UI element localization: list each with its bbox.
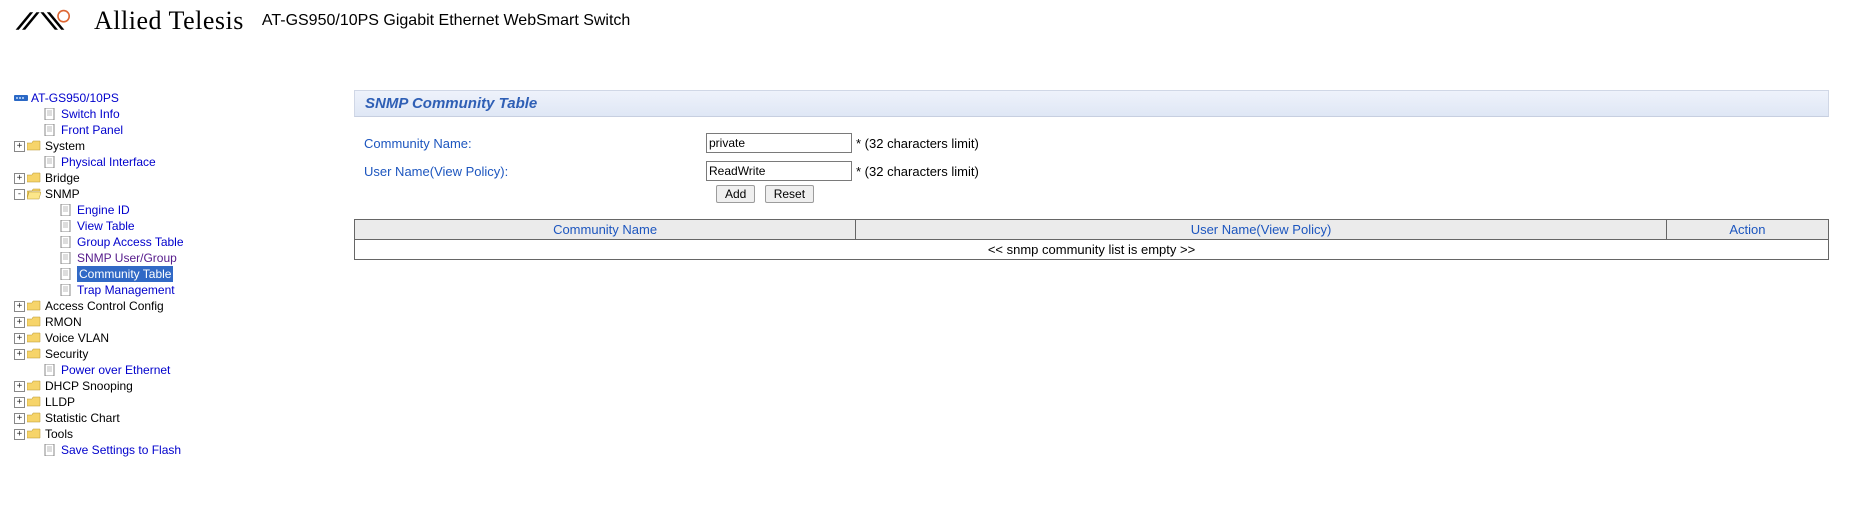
expander-plus-icon[interactable]: +	[14, 429, 25, 440]
folder-icon	[27, 428, 41, 440]
expander-plus-icon[interactable]: +	[14, 301, 25, 312]
nav-item-engine-id[interactable]: Engine ID	[77, 202, 130, 218]
nav-item-tools[interactable]: Tools	[45, 426, 73, 442]
page-icon	[59, 236, 73, 248]
expander-plus-icon[interactable]: +	[14, 381, 25, 392]
nav-item-rmon[interactable]: RMON	[45, 314, 82, 330]
nav-item-bridge[interactable]: Bridge	[45, 170, 80, 186]
nav-item-save-settings-to-flash[interactable]: Save Settings to Flash	[61, 442, 181, 458]
folder-icon	[27, 348, 41, 360]
nav-item-lldp[interactable]: LLDP	[45, 394, 75, 410]
main-content: SNMP Community Table Community Name: * (…	[354, 90, 1849, 260]
brand-lockup: Allied Telesis	[14, 6, 244, 36]
page-icon	[43, 444, 57, 456]
expander-plus-icon[interactable]: +	[14, 333, 25, 344]
col-action: Action	[1666, 220, 1828, 240]
expander-plus-icon[interactable]: +	[14, 397, 25, 408]
folder-icon	[27, 140, 41, 152]
nav-item-dhcp-snooping[interactable]: DHCP Snooping	[45, 378, 133, 394]
reset-button[interactable]: Reset	[765, 185, 814, 203]
community-name-hint: * (32 characters limit)	[856, 136, 979, 151]
page-icon	[43, 108, 57, 120]
folder-open-icon	[27, 188, 41, 200]
expander-plus-icon[interactable]: +	[14, 173, 25, 184]
nav-item-view-table[interactable]: View Table	[77, 218, 135, 234]
nav-item-access-control-config[interactable]: Access Control Config	[45, 298, 164, 314]
nav-item-physical-interface[interactable]: Physical Interface	[61, 154, 156, 170]
community-name-input[interactable]	[706, 133, 852, 153]
page-icon	[59, 220, 73, 232]
nav-item-snmp[interactable]: SNMP	[45, 186, 80, 202]
product-title: AT-GS950/10PS Gigabit Ethernet WebSmart …	[262, 12, 630, 30]
folder-icon	[27, 396, 41, 408]
expander-plus-icon[interactable]: +	[14, 413, 25, 424]
page-icon	[59, 204, 73, 216]
page-icon	[59, 252, 73, 264]
add-button[interactable]: Add	[716, 185, 755, 203]
folder-icon	[27, 172, 41, 184]
page-icon	[43, 124, 57, 136]
switch-icon	[14, 92, 28, 104]
nav-item-system[interactable]: System	[45, 138, 85, 154]
nav-item-trap-management[interactable]: Trap Management	[77, 282, 175, 298]
table-header-row: Community Name User Name(View Policy) Ac…	[355, 220, 1829, 240]
folder-icon	[27, 412, 41, 424]
expander-plus-icon[interactable]: +	[14, 141, 25, 152]
brand-text: Allied Telesis	[94, 6, 244, 36]
nav-item-group-access-table[interactable]: Group Access Table	[77, 234, 184, 250]
page-header: Allied Telesis AT-GS950/10PS Gigabit Eth…	[0, 0, 1849, 40]
username-hint: * (32 characters limit)	[856, 164, 979, 179]
folder-icon	[27, 332, 41, 344]
nav-item-security[interactable]: Security	[45, 346, 88, 362]
expander-minus-icon[interactable]: -	[14, 189, 25, 200]
folder-icon	[27, 316, 41, 328]
col-username: User Name(View Policy)	[856, 220, 1667, 240]
username-label: User Name(View Policy):	[364, 164, 706, 179]
page-icon	[43, 364, 57, 376]
nav-item-community-table[interactable]: Community Table	[77, 266, 173, 282]
table-empty-row: << snmp community list is empty >>	[355, 240, 1829, 260]
folder-icon	[27, 300, 41, 312]
nav-item-power-over-ethernet[interactable]: Power over Ethernet	[61, 362, 170, 378]
nav-item-statistic-chart[interactable]: Statistic Chart	[45, 410, 120, 426]
col-community: Community Name	[355, 220, 856, 240]
expander-plus-icon[interactable]: +	[14, 349, 25, 360]
folder-icon	[27, 380, 41, 392]
community-name-label: Community Name:	[364, 136, 706, 151]
expander-plus-icon[interactable]: +	[14, 317, 25, 328]
page-icon	[59, 268, 73, 280]
nav-item-snmp-user-group[interactable]: SNMP User/Group	[77, 250, 177, 266]
snmp-form: Community Name: * (32 characters limit) …	[354, 117, 1829, 211]
page-icon	[59, 284, 73, 296]
nav-item-front-panel[interactable]: Front Panel	[61, 122, 123, 138]
panel-title: SNMP Community Table	[354, 90, 1829, 117]
nav-item-voice-vlan[interactable]: Voice VLAN	[45, 330, 109, 346]
community-table: Community Name User Name(View Policy) Ac…	[354, 219, 1829, 260]
empty-message: << snmp community list is empty >>	[355, 240, 1829, 260]
nav-item-switch-info[interactable]: Switch Info	[61, 106, 120, 122]
nav-root[interactable]: AT-GS950/10PS	[31, 90, 119, 106]
page-icon	[43, 156, 57, 168]
nav-tree: AT-GS950/10PS Switch InfoFront Panel + Sys…	[0, 90, 354, 458]
username-input[interactable]	[706, 161, 852, 181]
allied-telesis-logo-icon	[14, 7, 86, 35]
